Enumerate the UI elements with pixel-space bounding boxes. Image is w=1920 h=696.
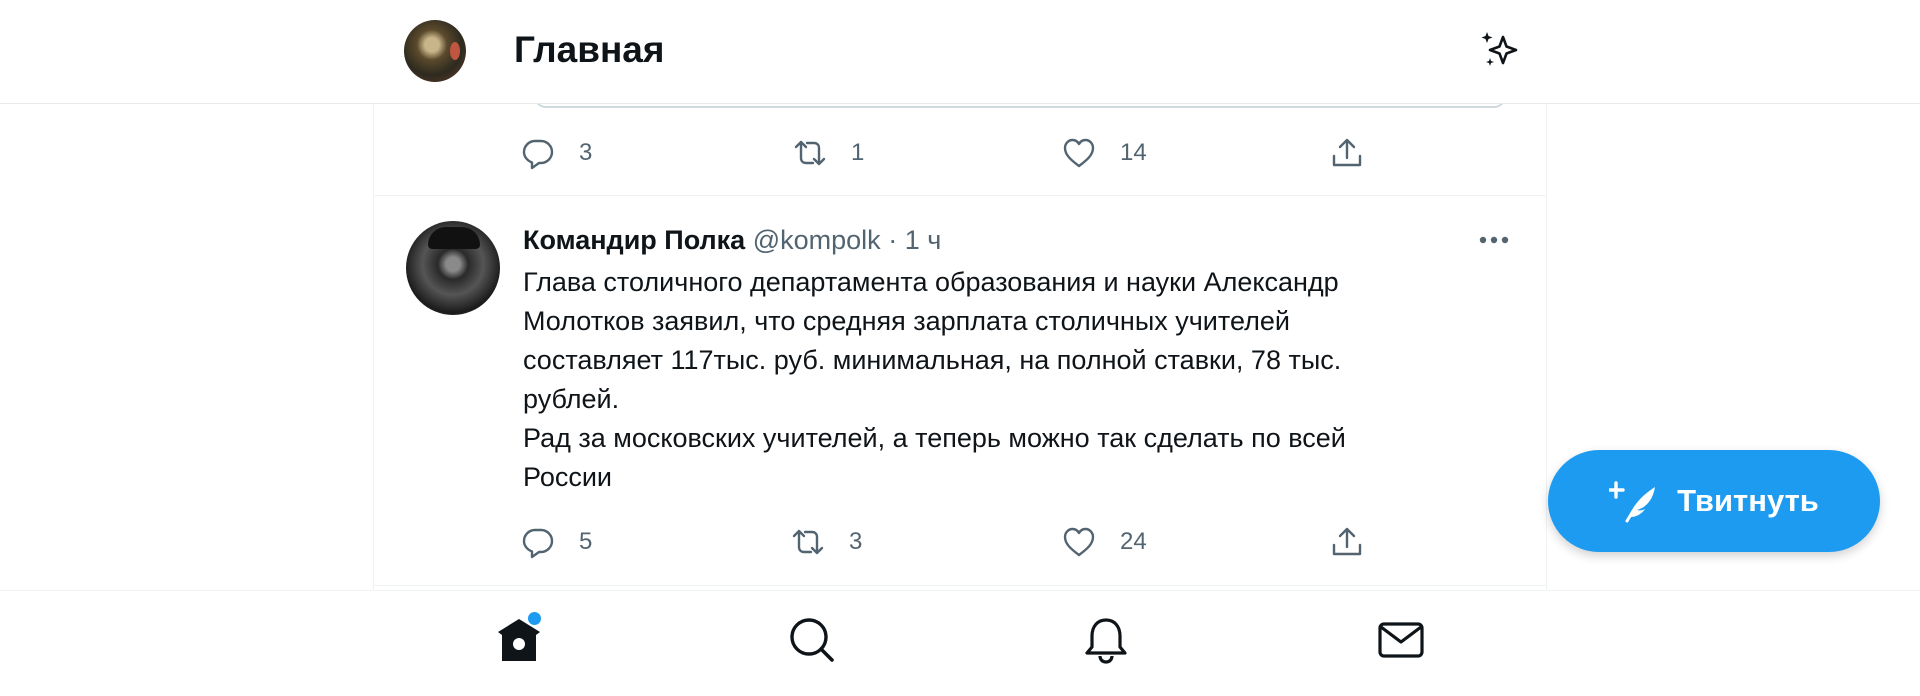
more-options-icon[interactable]: [1474, 224, 1514, 256]
retweet-button[interactable]: 1: [793, 133, 864, 173]
reply-button[interactable]: 5: [521, 522, 592, 562]
compose-feather-icon: [1609, 481, 1656, 523]
top-header: Главная: [0, 0, 1920, 104]
share-icon: [1332, 138, 1362, 167]
author-name[interactable]: Командир Полка: [523, 225, 745, 255]
sparkle-icon[interactable]: [1478, 28, 1522, 72]
mail-icon: [1378, 622, 1424, 658]
nav-notifications[interactable]: [1081, 615, 1131, 665]
nav-search[interactable]: [787, 615, 837, 665]
previous-tweet-actions: 3 1 14: [521, 133, 1401, 173]
reply-icon: [522, 139, 554, 170]
share-button[interactable]: [1330, 133, 1388, 173]
reply-button[interactable]: 3: [521, 133, 592, 173]
retweet-count: 3: [849, 528, 863, 555]
tweet-actions: 5 3 24: [521, 522, 1401, 562]
tweet-divider: [374, 195, 1546, 196]
retweet-icon: [792, 529, 824, 555]
compose-tweet-label: Твитнуть: [1677, 483, 1819, 518]
retweet-icon: [794, 140, 826, 166]
like-button[interactable]: 14: [1062, 133, 1147, 173]
separator-dot: ·: [888, 225, 898, 255]
bottom-navigation: [0, 590, 1920, 696]
home-new-dot: [528, 612, 541, 625]
tweet-text: Глава столичного департамента образовани…: [523, 267, 1346, 492]
user-avatar[interactable]: [404, 20, 466, 82]
heart-icon: [1063, 138, 1095, 168]
tweet-divider: [374, 585, 1546, 586]
like-count: 24: [1120, 528, 1147, 555]
search-icon: [790, 618, 834, 662]
like-count: 14: [1120, 139, 1147, 166]
share-button[interactable]: [1330, 522, 1388, 562]
retweet-button[interactable]: 3: [791, 522, 862, 562]
retweet-count: 1: [851, 139, 865, 166]
page: Главная 3 1 14 Командир Полка @kompolk ·…: [0, 0, 1920, 696]
bell-icon: [1085, 618, 1127, 664]
tweet-author-avatar[interactable]: [406, 221, 500, 315]
reply-count: 5: [579, 528, 593, 555]
author-handle[interactable]: @kompolk: [753, 225, 881, 255]
share-icon: [1332, 527, 1362, 556]
heart-icon: [1063, 527, 1095, 557]
page-title: Главная: [514, 29, 665, 70]
tweet-header: Командир Полка @kompolk · 1 ч: [523, 222, 941, 258]
nav-messages[interactable]: [1376, 615, 1426, 665]
like-button[interactable]: 24: [1062, 522, 1147, 562]
tweet-time[interactable]: 1 ч: [905, 225, 942, 255]
compose-tweet-button[interactable]: Твитнуть: [1548, 450, 1880, 552]
reply-icon: [522, 528, 554, 559]
reply-count: 3: [579, 139, 593, 166]
